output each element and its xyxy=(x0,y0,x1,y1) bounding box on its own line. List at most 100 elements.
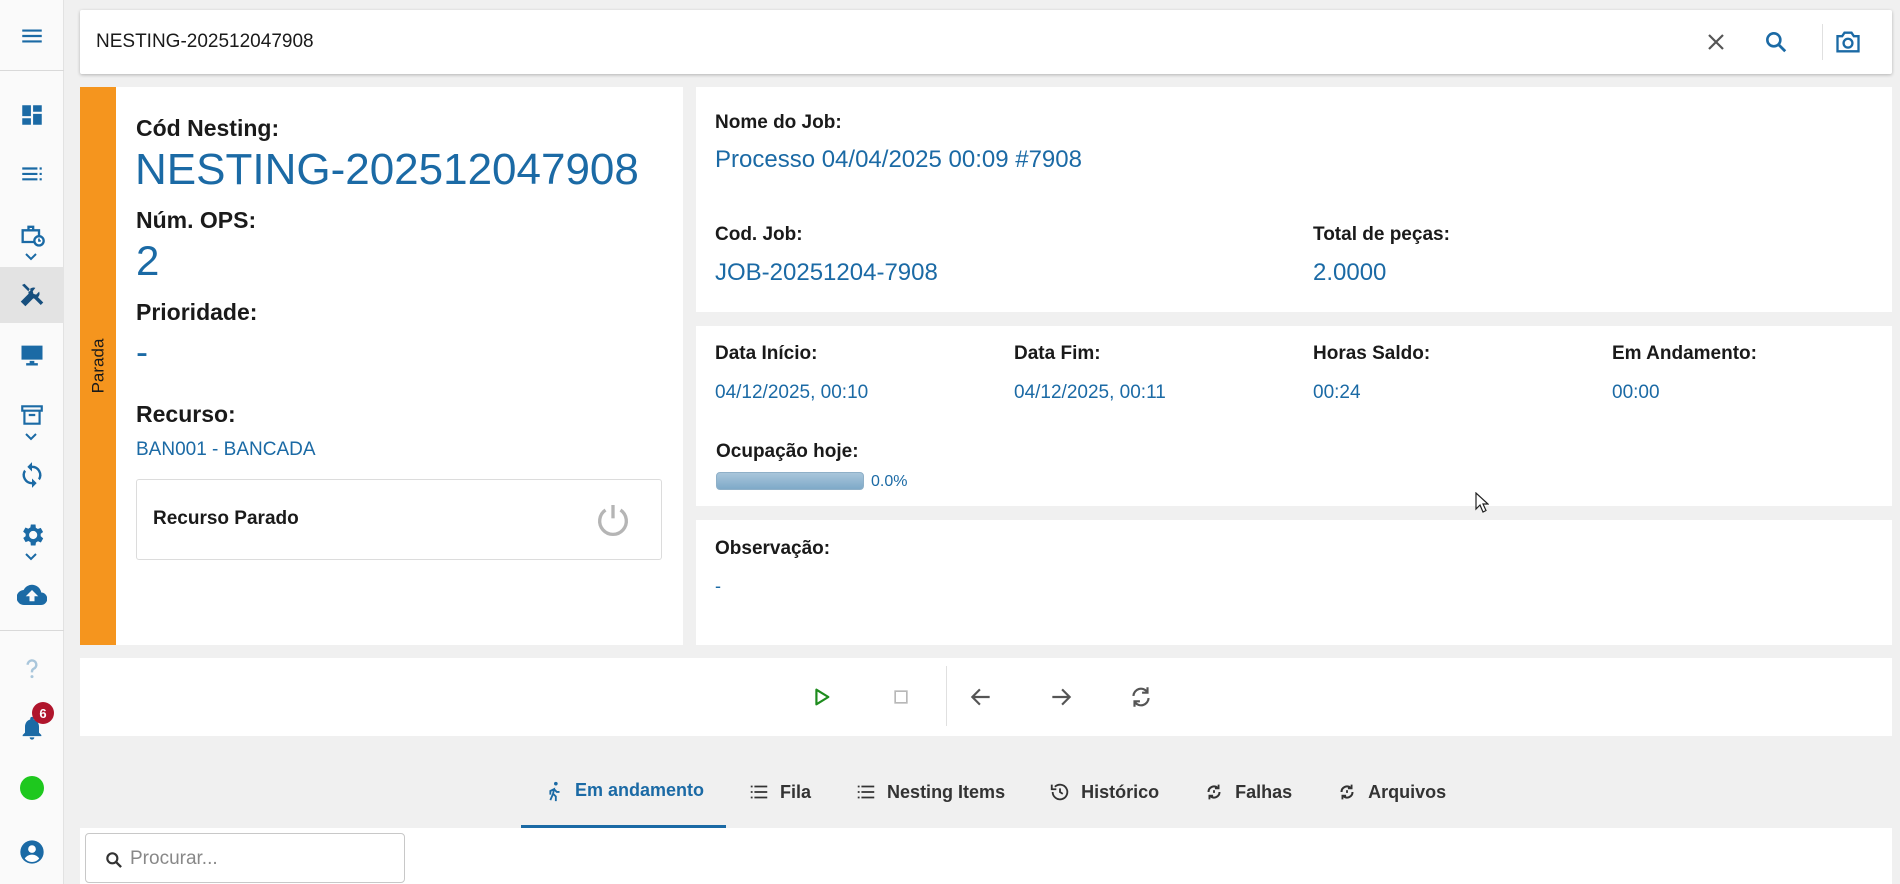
sidebar-item-help[interactable] xyxy=(0,640,64,696)
job-code-value: JOB-20251204-7908 xyxy=(715,259,938,286)
search-button[interactable] xyxy=(1760,26,1792,58)
clear-button[interactable] xyxy=(1700,26,1732,58)
cloud-upload-icon xyxy=(17,584,47,606)
close-icon xyxy=(1708,34,1724,50)
refresh-button[interactable] xyxy=(1124,680,1158,714)
list-icon xyxy=(22,167,42,181)
nesting-code-value: NESTING-202512047908 xyxy=(135,145,639,194)
sidebar-item-upload[interactable] xyxy=(0,567,64,623)
menu-button[interactable] xyxy=(0,8,64,64)
sidebar-divider xyxy=(0,630,64,631)
refresh-icon xyxy=(1132,687,1150,707)
resource-value[interactable]: BAN001 - BANCADA xyxy=(136,439,316,461)
priority-value: - xyxy=(136,331,148,372)
end-date-value: 04/12/2025, 00:11 xyxy=(1014,382,1166,403)
observation-value: - xyxy=(715,576,721,596)
sidebar-item-list[interactable] xyxy=(0,147,64,203)
priority-label: Prioridade: xyxy=(136,299,258,325)
tab-arquivos[interactable]: Arquivos xyxy=(1314,756,1468,828)
search-icon xyxy=(106,852,122,868)
resource-status-box: Recurso Parado xyxy=(136,479,662,560)
tab-bar: Em andamento Fila Nesting Items Históric… xyxy=(521,756,1468,828)
sync-icon xyxy=(22,462,42,488)
sidebar: 6 xyxy=(0,0,64,884)
tab-falhas[interactable]: Falhas xyxy=(1181,756,1314,828)
control-bar xyxy=(80,658,1892,736)
in-progress-value: 00:00 xyxy=(1612,382,1660,403)
job-card: Nome do Job: Processo 04/04/2025 00:09 #… xyxy=(696,87,1892,312)
tab-label: Falhas xyxy=(1235,781,1293,802)
tab-label: Fila xyxy=(780,781,812,802)
observation-card: Observação: - xyxy=(696,520,1892,645)
table-search xyxy=(85,833,405,883)
stop-button[interactable] xyxy=(884,680,918,714)
start-date-label: Data Início: xyxy=(715,343,818,364)
job-name-label: Nome do Job: xyxy=(715,112,842,133)
nesting-card: Parada Cód Nesting: NESTING-202512047908… xyxy=(80,87,683,645)
chevron-down-icon xyxy=(25,433,37,441)
status-online-icon xyxy=(20,776,44,800)
time-card: Data Início: 04/12/2025, 00:10 Data Fim:… xyxy=(696,326,1892,506)
job-code-label: Cod. Job: xyxy=(715,224,803,245)
menu-icon xyxy=(22,29,42,43)
sidebar-item-monitor[interactable] xyxy=(0,327,64,383)
sidebar-item-tools[interactable] xyxy=(0,267,64,323)
status-strip: Parada xyxy=(80,87,116,645)
in-progress-label: Em Andamento: xyxy=(1612,343,1757,364)
ops-label: Núm. OPS: xyxy=(136,207,257,233)
work-schedule-icon xyxy=(21,225,45,247)
chevron-down-icon xyxy=(25,553,37,561)
toolbar-divider xyxy=(1822,24,1823,60)
balance-hours-label: Horas Saldo: xyxy=(1313,343,1431,364)
previous-button[interactable] xyxy=(964,680,998,714)
search-icon xyxy=(1766,32,1787,53)
sidebar-item-sync[interactable] xyxy=(0,447,64,503)
cycle-icon xyxy=(1340,784,1354,800)
arrow-left-icon xyxy=(970,688,990,706)
camera-icon xyxy=(1836,31,1860,53)
next-button[interactable] xyxy=(1044,680,1078,714)
tab-label: Arquivos xyxy=(1368,781,1447,802)
sidebar-divider xyxy=(0,70,64,71)
table-area xyxy=(80,828,1892,884)
tab-nesting-items[interactable]: Nesting Items xyxy=(833,756,1027,828)
stop-icon xyxy=(894,690,908,704)
nesting-code-label: Cód Nesting: xyxy=(136,115,280,141)
total-pieces-label: Total de peças: xyxy=(1313,224,1450,245)
balance-hours-value: 00:24 xyxy=(1313,382,1361,403)
tools-icon xyxy=(20,283,44,307)
status-label: Parada xyxy=(88,338,108,394)
dashboard-icon xyxy=(22,105,42,125)
resource-label: Recurso: xyxy=(136,401,236,427)
list-icon xyxy=(857,785,875,799)
account-button[interactable] xyxy=(0,824,64,880)
occupancy-label: Ocupação hoje: xyxy=(716,441,859,462)
table-search-input[interactable] xyxy=(130,846,390,872)
top-search-bar xyxy=(80,10,1892,74)
chevron-down-icon xyxy=(25,253,37,261)
occupancy-progress-bar xyxy=(716,472,864,490)
monitor-icon xyxy=(21,345,43,366)
tab-fila[interactable]: Fila xyxy=(726,756,833,828)
play-button[interactable] xyxy=(804,680,838,714)
search-input[interactable] xyxy=(96,10,1696,74)
resource-state-label: Recurso Parado xyxy=(153,508,299,529)
power-icon[interactable] xyxy=(593,500,633,540)
tab-label: Em andamento xyxy=(575,780,705,800)
play-icon xyxy=(815,688,830,706)
camera-button[interactable] xyxy=(1832,26,1864,58)
tab-em-andamento[interactable]: Em andamento xyxy=(521,756,727,828)
total-pieces-value: 2.0000 xyxy=(1313,259,1387,286)
help-icon xyxy=(26,659,38,679)
job-name-value: Processo 04/04/2025 00:09 #7908 xyxy=(715,146,1082,173)
running-icon xyxy=(549,781,560,801)
sidebar-item-dashboard[interactable] xyxy=(0,87,64,143)
history-icon xyxy=(1050,783,1069,801)
tab-label: Nesting Items xyxy=(887,781,1006,802)
observation-label: Observação: xyxy=(715,538,831,559)
account-icon xyxy=(20,840,44,864)
occupancy-value: 0.0% xyxy=(871,473,908,490)
notification-badge: 6 xyxy=(32,702,54,724)
ops-value: 2 xyxy=(136,237,160,284)
tab-historico[interactable]: Histórico xyxy=(1027,756,1181,828)
